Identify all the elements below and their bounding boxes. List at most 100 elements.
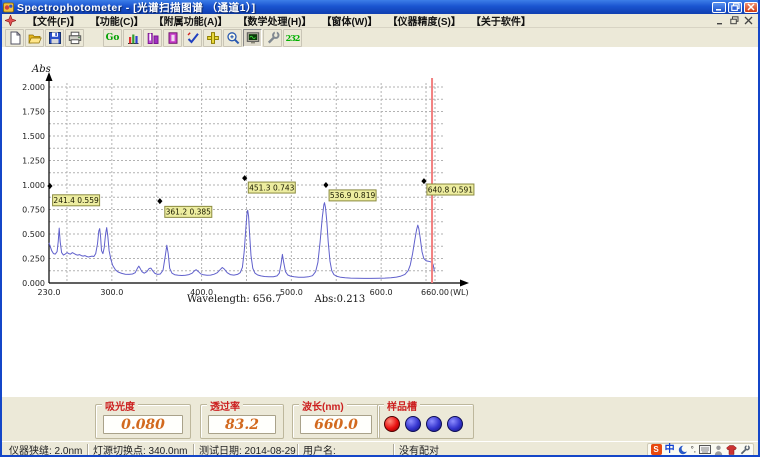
svg-text:640.8 0.591: 640.8 0.591: [428, 185, 474, 194]
menu-instrument-accuracy[interactable]: 【仪器精度(S)】: [383, 13, 466, 28]
svg-text:1.500: 1.500: [22, 132, 45, 141]
printer-icon: [68, 31, 82, 45]
skin-shirt-icon[interactable]: [726, 444, 737, 455]
menu-about[interactable]: 【关于软件】: [466, 13, 536, 28]
transmittance-group: 透过率 83.2: [200, 404, 284, 439]
svg-text:660.00: 660.00: [421, 288, 449, 297]
svg-text:Abs: Abs: [31, 64, 51, 75]
transmittance-value: 83.2: [208, 415, 276, 434]
toolbar: Go 232: [2, 28, 758, 48]
status-separator: [87, 444, 89, 455]
purple-door-icon: [166, 31, 180, 45]
menu-bar: 【文件(F)】 【功能(C)】 【附属功能(A)】 【数学处理(H)】 【窗体(…: [2, 14, 758, 28]
display-screen-button[interactable]: [243, 29, 262, 47]
abs-readout: Abs:0.213: [315, 294, 366, 305]
absorbance-value: 0.080: [103, 415, 183, 434]
crt-screen-icon: [246, 31, 260, 45]
svg-text:(WL): (WL): [450, 288, 469, 297]
svg-text:1.750: 1.750: [22, 108, 45, 117]
color-bar-chart-icon: [126, 31, 140, 45]
person-icon[interactable]: [714, 444, 723, 455]
cursor-readout: Wavelength: 656.7Abs:0.213: [187, 294, 365, 305]
sample-cell-led-blue[interactable]: [426, 416, 442, 432]
go-label: Go: [106, 33, 120, 43]
svg-text:1.000: 1.000: [22, 181, 45, 190]
verify-check-button[interactable]: [183, 29, 202, 47]
rs232-comm-button[interactable]: 232: [283, 29, 302, 47]
punctuation-mode-icon[interactable]: °,: [691, 444, 696, 455]
svg-text:0.250: 0.250: [22, 255, 45, 264]
status-username: 用户名:: [300, 442, 392, 457]
new-file-button[interactable]: [5, 29, 24, 47]
spectrum-client-area: Abs 2.000 1.750 1.500 1.250 1.000 0.750 0.500 0.…: [2, 48, 758, 397]
wavelength-label: 波长(nm): [299, 398, 347, 413]
status-bar: 仪器狭缝: 2.0nm 灯源切换点: 340.0nm 测试日期: 2014-08…: [2, 441, 758, 457]
svg-text:300.0: 300.0: [100, 288, 123, 297]
menu-accessory[interactable]: 【附属功能(A)】: [149, 13, 233, 28]
status-separator: [193, 444, 195, 455]
title-bar: Spectrophotometer - [光谱扫描图谱 （通道1）]: [0, 0, 760, 14]
sample-cell-leds: [384, 416, 463, 432]
mdi-minimize-button[interactable]: [713, 15, 727, 27]
sample-cell-group: 样品槽: [377, 404, 474, 439]
chinese-mode-icon[interactable]: 中: [665, 444, 675, 455]
open-file-button[interactable]: [25, 29, 44, 47]
status-test-date: 测试日期: 2014-08-29: [196, 442, 296, 457]
transmittance-label: 透过率: [207, 398, 243, 413]
save-file-button[interactable]: [45, 29, 64, 47]
absorbance-label: 吸光度: [102, 398, 138, 413]
settings-wrench-button[interactable]: [263, 29, 282, 47]
checkmark-icon: [186, 31, 200, 45]
wrench-icon: [266, 31, 280, 45]
svg-text:361.2 0.385: 361.2 0.385: [166, 208, 212, 217]
menu-file[interactable]: 【文件(F)】: [22, 13, 85, 28]
sample-cell-led-blue[interactable]: [447, 416, 463, 432]
close-button[interactable]: [744, 2, 758, 13]
zoom-in-button[interactable]: [223, 29, 242, 47]
document-window-icon[interactable]: [5, 15, 16, 26]
menu-function[interactable]: 【功能(C)】: [85, 13, 149, 28]
open-folder-icon: [28, 31, 42, 45]
absorbance-group: 吸光度 0.080: [95, 404, 191, 439]
svg-text:0.500: 0.500: [22, 230, 45, 239]
print-button[interactable]: [65, 29, 84, 47]
app-window: Spectrophotometer - [光谱扫描图谱 （通道1）] 【文件(F…: [0, 0, 760, 457]
menu-window[interactable]: 【窗体(W)】: [316, 13, 382, 28]
rs232-label: 232: [286, 33, 300, 43]
svg-text:241.4 0.559: 241.4 0.559: [53, 196, 99, 205]
menu-math[interactable]: 【数学处理(H)】: [233, 13, 317, 28]
svg-text:0.000: 0.000: [22, 279, 45, 288]
status-separator: [393, 444, 395, 455]
status-pairing: 没有配对: [396, 442, 546, 457]
svg-text:230.0: 230.0: [38, 288, 61, 297]
sample-cell-led-red[interactable]: [384, 416, 400, 432]
sample-cell-label: 样品槽: [384, 398, 420, 413]
wavelength-group: 波长(nm) 660.0: [292, 404, 380, 439]
mdi-window-controls: [713, 15, 758, 27]
floppy-disk-icon: [48, 31, 62, 45]
sogou-input-icon[interactable]: S: [651, 444, 662, 455]
soft-keyboard-icon[interactable]: [699, 444, 711, 455]
purple-bar-graph-button[interactable]: [143, 29, 162, 47]
go-scan-button[interactable]: Go: [103, 29, 122, 47]
status-separator: [297, 444, 299, 455]
yellow-cross-icon: [206, 31, 220, 45]
restore-button[interactable]: [728, 2, 742, 13]
new-page-icon: [8, 31, 22, 45]
manual-adjust-button[interactable]: [203, 29, 222, 47]
color-bar-graph-button[interactable]: [123, 29, 142, 47]
svg-text:0.750: 0.750: [22, 206, 45, 215]
sample-cell-led-blue[interactable]: [405, 416, 421, 432]
mdi-close-button[interactable]: [741, 15, 755, 27]
values-panel: 吸光度 0.080 透过率 83.2 波长(nm) 660.0 样品槽: [2, 397, 758, 441]
svg-text:1.250: 1.250: [22, 157, 45, 166]
svg-text:2.000: 2.000: [22, 83, 45, 92]
svg-text:600.0: 600.0: [370, 288, 393, 297]
magnifier-plus-icon: [226, 31, 240, 45]
minimize-button[interactable]: [712, 2, 726, 13]
fullwidth-moon-icon[interactable]: [678, 444, 688, 455]
sample-cell-window-button[interactable]: [163, 29, 182, 47]
mdi-restore-button[interactable]: [727, 15, 741, 27]
tray-wrench-icon[interactable]: [740, 444, 750, 455]
spectrum-chart[interactable]: Abs 2.000 1.750 1.500 1.250 1.000 0.750 0.500 0.…: [10, 60, 480, 322]
